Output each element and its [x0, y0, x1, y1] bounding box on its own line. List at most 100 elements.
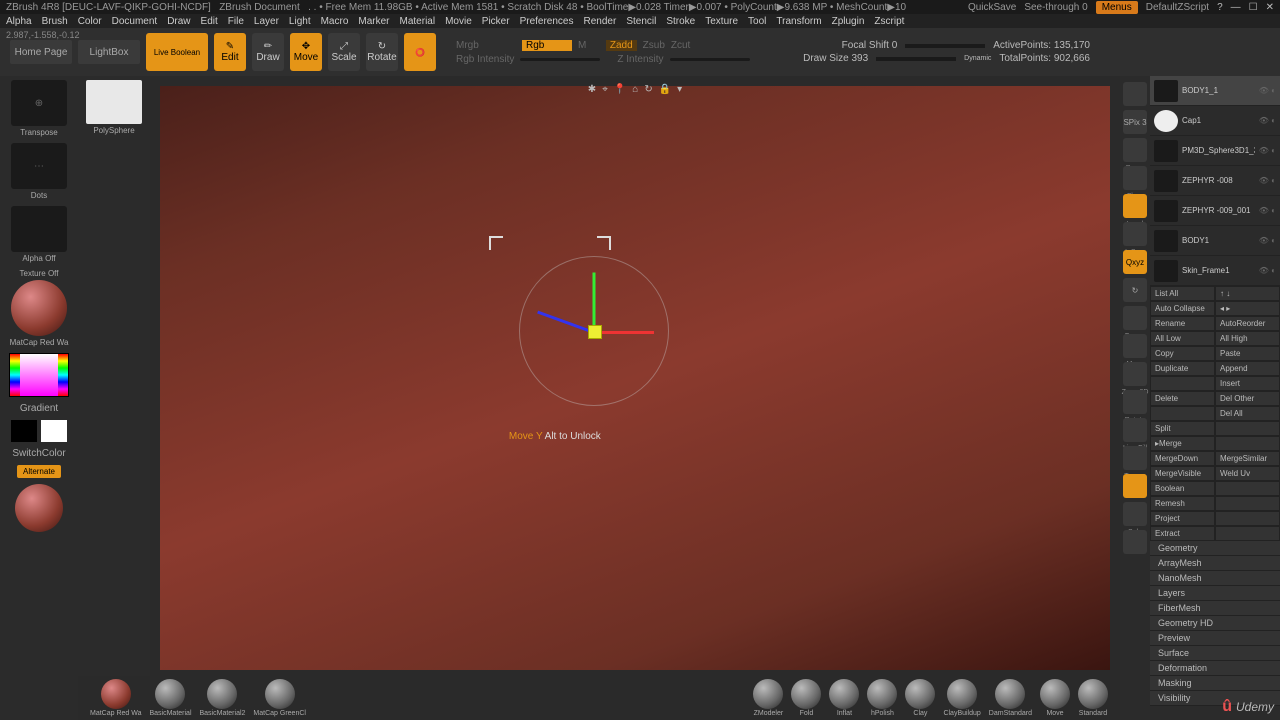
panel-autoreorder[interactable]: AutoReorder — [1215, 316, 1280, 331]
panel--merge[interactable]: ▸Merge — [1150, 436, 1215, 451]
right-icon-Local[interactable]: Local — [1123, 194, 1147, 218]
accordion-geometry-hd[interactable]: Geometry HD — [1150, 616, 1280, 631]
accordion-layers[interactable]: Layers — [1150, 586, 1280, 601]
menus-button[interactable]: Menus — [1096, 1, 1138, 14]
panel-paste[interactable]: Paste — [1215, 346, 1280, 361]
menu-texture[interactable]: Texture — [705, 16, 738, 27]
viewport-icon-2[interactable]: 📍 — [614, 84, 626, 95]
accordion-fibermesh[interactable]: FiberMesh — [1150, 601, 1280, 616]
right-icon-Rotate[interactable]: Rotate — [1123, 390, 1147, 414]
panel-project[interactable]: Project — [1150, 511, 1215, 526]
secondary-material[interactable] — [15, 484, 63, 532]
menu-stencil[interactable]: Stencil — [626, 16, 656, 27]
rgb-intensity-slider[interactable] — [520, 58, 600, 61]
viewport-icon-3[interactable]: ⌂ — [632, 84, 638, 95]
material-matcap-greencl[interactable]: MatCap GreenCl — [253, 679, 306, 717]
menu-zscript[interactable]: Zscript — [874, 16, 904, 27]
viewport-icon-6[interactable]: ▾ — [677, 84, 682, 95]
right-icon-L.Sym[interactable]: L.Sym — [1123, 222, 1147, 246]
menu-marker[interactable]: Marker — [358, 16, 389, 27]
panel-delete[interactable]: Delete — [1150, 391, 1215, 406]
panel--[interactable]: ◂ ▸ — [1215, 301, 1280, 316]
brush-move[interactable]: Move — [1040, 679, 1070, 717]
viewport-icon-1[interactable]: ⌖ — [602, 84, 608, 95]
menu-macro[interactable]: Macro — [321, 16, 349, 27]
alpha-box[interactable] — [11, 206, 67, 252]
right-icon-1[interactable]: SPix 3 — [1123, 110, 1147, 134]
menu-document[interactable]: Document — [112, 16, 158, 27]
rgb-button[interactable]: Rgb — [522, 40, 572, 51]
draw-button[interactable]: ✏Draw — [252, 33, 284, 71]
rotate-button[interactable]: ↻Rotate — [366, 33, 398, 71]
accordion-surface[interactable]: Surface — [1150, 646, 1280, 661]
right-icon-Persp[interactable]: Persp — [1123, 138, 1147, 162]
brush-inflat[interactable]: Inflat — [829, 679, 859, 717]
panel-duplicate[interactable]: Duplicate — [1150, 361, 1215, 376]
subtool-vis-icons[interactable]: 👁 ◐ — [1259, 116, 1276, 125]
panel-mergesimilar[interactable]: MergeSimilar — [1215, 451, 1280, 466]
swatch-white[interactable] — [41, 420, 67, 442]
menu-stroke[interactable]: Stroke — [666, 16, 695, 27]
menu-preferences[interactable]: Preferences — [520, 16, 574, 27]
accordion-nanomesh[interactable]: NanoMesh — [1150, 571, 1280, 586]
panel-all-high[interactable]: All High — [1215, 331, 1280, 346]
panel-insert[interactable]: Insert — [1215, 376, 1280, 391]
accordion-masking[interactable]: Masking — [1150, 676, 1280, 691]
panel-rename[interactable]: Rename — [1150, 316, 1215, 331]
subtool-item[interactable]: PM3D_Sphere3D1_3👁 ◐ — [1150, 136, 1280, 166]
move-button[interactable]: ✥Move — [290, 33, 322, 71]
menu-picker[interactable]: Picker — [482, 16, 510, 27]
panel-split[interactable]: Split — [1150, 421, 1215, 436]
switchcolor-label[interactable]: SwitchColor — [12, 448, 65, 459]
panel-list-all[interactable]: List All — [1150, 286, 1215, 301]
polysphere-thumb[interactable] — [86, 80, 142, 124]
menu-light[interactable]: Light — [289, 16, 311, 27]
alternate-button[interactable]: Alternate — [17, 465, 61, 478]
mrgb-label[interactable]: Mrgb — [456, 40, 516, 51]
menu-material[interactable]: Material — [400, 16, 436, 27]
right-icon-Zoom3D[interactable]: Zoom3D — [1123, 362, 1147, 386]
help-icon[interactable]: ? — [1217, 2, 1223, 13]
quicksave-button[interactable]: QuickSave — [968, 2, 1016, 13]
panel-all-low[interactable]: All Low — [1150, 331, 1215, 346]
focal-shift-slider[interactable] — [905, 44, 985, 48]
accordion-geometry[interactable]: Geometry — [1150, 541, 1280, 556]
brush-damstandard[interactable]: DamStandard — [989, 679, 1032, 717]
panel-boolean[interactable]: Boolean — [1150, 481, 1215, 496]
menu-edit[interactable]: Edit — [201, 16, 218, 27]
z-intensity-slider[interactable] — [670, 58, 750, 61]
menu-movie[interactable]: Movie — [445, 16, 472, 27]
menu-draw[interactable]: Draw — [167, 16, 190, 27]
minimize-icon[interactable]: — — [1231, 2, 1241, 13]
scale-button[interactable]: ⤢Scale — [328, 33, 360, 71]
right-icon-6[interactable]: Qxyz — [1123, 250, 1147, 274]
gizmo-y-axis[interactable] — [592, 273, 595, 333]
gizmo-button[interactable]: ⭕ — [404, 33, 436, 71]
subtool-item[interactable]: BODY1👁 ◐ — [1150, 226, 1280, 256]
dynamic-label[interactable]: Dynamic — [964, 55, 991, 62]
draw-size-slider[interactable] — [876, 57, 956, 61]
subtool-item[interactable]: Cap1👁 ◐ — [1150, 106, 1280, 136]
subtool-vis-icons[interactable]: 👁 ◐ — [1259, 266, 1276, 275]
subtool-item[interactable]: BODY1_1👁 ◐ — [1150, 76, 1280, 106]
subtool-item[interactable]: ZEPHYR -008👁 ◐ — [1150, 166, 1280, 196]
subtool-vis-icons[interactable]: 👁 ◐ — [1259, 146, 1276, 155]
accordion-preview[interactable]: Preview — [1150, 631, 1280, 646]
right-icon-14[interactable] — [1123, 474, 1147, 498]
menu-alpha[interactable]: Alpha — [6, 16, 32, 27]
zsub-button[interactable]: Zsub — [643, 40, 665, 51]
gizmo-x-axis[interactable] — [594, 331, 654, 334]
right-icon-16[interactable] — [1123, 530, 1147, 554]
material-basicmaterial2[interactable]: BasicMaterial2 — [200, 679, 246, 717]
gradient-label[interactable]: Gradient — [20, 403, 58, 414]
panel-del-all[interactable]: Del All — [1215, 406, 1280, 421]
panel-remesh[interactable]: Remesh — [1150, 496, 1215, 511]
transform-gizmo[interactable] — [519, 256, 669, 406]
menu-render[interactable]: Render — [584, 16, 617, 27]
subtool-vis-icons[interactable]: 👁 ◐ — [1259, 176, 1276, 185]
brush-fold[interactable]: Fold — [791, 679, 821, 717]
brush-claybuildup[interactable]: ClayBuildup — [943, 679, 980, 717]
accordion-arraymesh[interactable]: ArrayMesh — [1150, 556, 1280, 571]
menu-brush[interactable]: Brush — [42, 16, 68, 27]
panel-mergedown[interactable]: MergeDown — [1150, 451, 1215, 466]
